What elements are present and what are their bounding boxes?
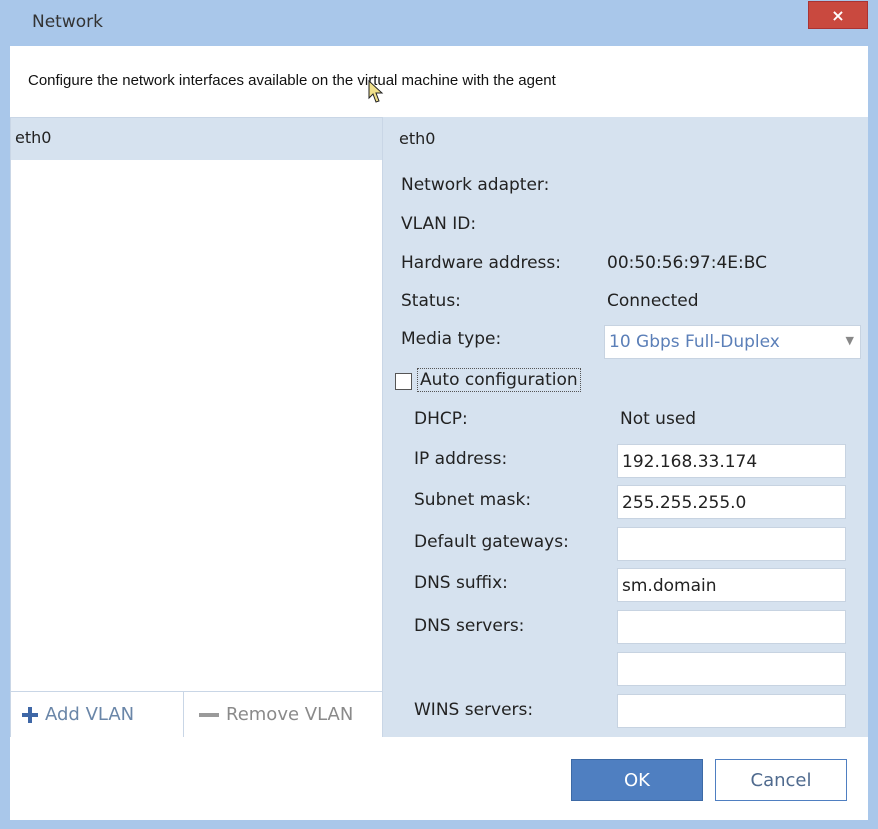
ok-button[interactable]: OK: [571, 759, 703, 801]
hardware-address-label: Hardware address:: [401, 253, 561, 273]
auto-configuration-label[interactable]: Auto configuration: [417, 368, 581, 392]
dialog-footer: OK Cancel: [10, 737, 868, 820]
details-title: eth0: [399, 129, 436, 148]
ip-address-label: IP address:: [414, 449, 508, 469]
interface-list: eth0 Add VLAN Remove VLAN: [10, 117, 383, 737]
cancel-button[interactable]: Cancel: [715, 759, 847, 801]
remove-vlan-button[interactable]: Remove VLAN: [183, 692, 382, 737]
media-type-label: Media type:: [401, 329, 502, 349]
dns-server-1-input[interactable]: [617, 610, 846, 644]
dhcp-value: Not used: [620, 409, 697, 429]
title-bar[interactable]: Network ×: [0, 0, 878, 46]
media-type-select[interactable]: 10 Gbps Full-Duplex ▼: [604, 325, 861, 359]
add-vlan-label: Add VLAN: [45, 704, 135, 725]
interface-details-panel: eth0 Network adapter: VLAN ID: Hardware …: [383, 117, 868, 737]
remove-vlan-label: Remove VLAN: [226, 704, 354, 725]
subnet-mask-input[interactable]: 255.255.255.0: [617, 485, 846, 519]
vlan-id-label: VLAN ID:: [401, 214, 477, 234]
subnet-mask-label: Subnet mask:: [414, 490, 532, 510]
chevron-down-icon: ▼: [845, 334, 854, 347]
dhcp-label: DHCP:: [414, 409, 468, 429]
default-gateways-label: Default gateways:: [414, 532, 569, 552]
dns-server-2-input[interactable]: [617, 652, 846, 686]
media-type-value: 10 Gbps Full-Duplex: [609, 332, 780, 352]
hardware-address-value: 00:50:56:97:4E:BC: [607, 253, 767, 273]
network-dialog-window: Network × Configure the network interfac…: [0, 0, 878, 829]
interface-item-eth0[interactable]: eth0: [11, 118, 382, 160]
close-button[interactable]: ×: [808, 1, 868, 29]
interface-item-label: eth0: [15, 128, 52, 147]
mouse-pointer-icon: [368, 80, 384, 103]
dns-suffix-input[interactable]: sm.domain: [617, 568, 846, 602]
dns-servers-label: DNS servers:: [414, 616, 525, 636]
dns-suffix-label: DNS suffix:: [414, 573, 508, 593]
status-value: Connected: [607, 291, 699, 311]
close-icon: ×: [831, 5, 845, 25]
add-vlan-button[interactable]: Add VLAN: [21, 692, 134, 737]
dialog-description: Configure the network interfaces availab…: [28, 72, 556, 89]
auto-configuration-checkbox[interactable]: [395, 373, 412, 390]
network-adapter-label: Network adapter:: [401, 175, 550, 195]
vlan-toolbar: Add VLAN Remove VLAN: [11, 691, 382, 737]
wins-servers-label: WINS servers:: [414, 700, 534, 720]
default-gateways-input[interactable]: [617, 527, 846, 561]
wins-servers-input[interactable]: [617, 694, 846, 728]
window-title: Network: [32, 12, 103, 32]
ip-address-input[interactable]: 192.168.33.174: [617, 444, 846, 478]
status-label: Status:: [401, 291, 461, 311]
plus-icon: [22, 706, 38, 723]
minus-icon: [199, 712, 219, 717]
